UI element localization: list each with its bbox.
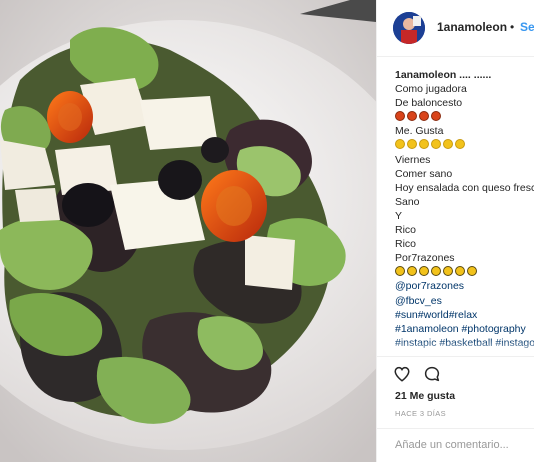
bee-icon [419, 266, 429, 277]
post-caption: 1anamoleon .... ...... Como jugadora De … [395, 68, 534, 350]
caption-username[interactable]: 1anamoleon .... ...... [395, 69, 491, 81]
smile-icon [395, 139, 405, 150]
bee-icon [431, 266, 441, 277]
basketball-icon [395, 111, 405, 122]
mention-link[interactable]: @por7razones [395, 279, 534, 293]
caption-line: Me. Gusta [395, 125, 444, 138]
caption-line: De baloncesto [395, 97, 463, 110]
basketball-emoji-row [395, 110, 534, 124]
smile-icon [419, 139, 429, 150]
comment-icon[interactable] [423, 365, 441, 383]
bee-icon [455, 266, 465, 277]
heart-icon[interactable] [393, 365, 411, 383]
basketball-icon [431, 111, 441, 122]
caption-line: Por7razones [395, 252, 455, 265]
caption-line: Sano [395, 195, 420, 208]
basketball-icon [407, 111, 417, 122]
salad-photo-image [0, 0, 376, 462]
caption-first-line: 1anamoleon .... ...... [395, 68, 534, 82]
post-actions: 21 Me gusta HACE 3 DÍAS [377, 356, 534, 437]
add-comment-bar[interactable]: Añade un comentario... [377, 428, 534, 462]
follow-button[interactable]: Seguir [520, 20, 534, 34]
smile-icon [431, 139, 441, 150]
caption-line: Hoy ensalada con queso fresco [395, 181, 534, 194]
bee-icon [443, 266, 453, 277]
caption-line: Comer sano [395, 167, 453, 180]
hashtag-link[interactable]: #sun#world#relax [395, 308, 534, 322]
caption-line: Como jugadora [395, 83, 467, 96]
post-photo[interactable] [0, 0, 376, 462]
hashtag-link[interactable]: #1anamoleon #photography [395, 322, 534, 336]
add-comment-input[interactable]: Añade un comentario... [395, 439, 509, 451]
post-side-panel: 1anamoleon • Seguir 1anamoleon .... ....… [376, 0, 534, 462]
mention-link[interactable]: @fbcv_es [395, 294, 534, 308]
smile-emoji-row [395, 138, 534, 152]
likes-count[interactable]: 21 Me gusta [395, 390, 455, 402]
smile-icon [443, 139, 453, 150]
bee-icon [467, 266, 477, 277]
post-header: 1anamoleon • Seguir [377, 0, 534, 57]
header-separator: • [510, 20, 515, 34]
bee-icon [395, 266, 405, 277]
post-timestamp[interactable]: HACE 3 DÍAS [395, 409, 446, 418]
header-username[interactable]: 1anamoleon [437, 20, 507, 34]
caption-line: Rico [395, 224, 417, 237]
bee-icon [407, 266, 417, 277]
bee-emoji-row [395, 265, 534, 279]
caption-line: Y [395, 209, 403, 222]
basketball-icon [419, 111, 429, 122]
avatar-image [393, 12, 425, 44]
avatar[interactable] [393, 12, 425, 44]
smile-icon [455, 139, 465, 150]
caption-line: Viernes [395, 153, 431, 166]
smile-icon [407, 139, 417, 150]
caption-line: Rico [395, 238, 417, 251]
